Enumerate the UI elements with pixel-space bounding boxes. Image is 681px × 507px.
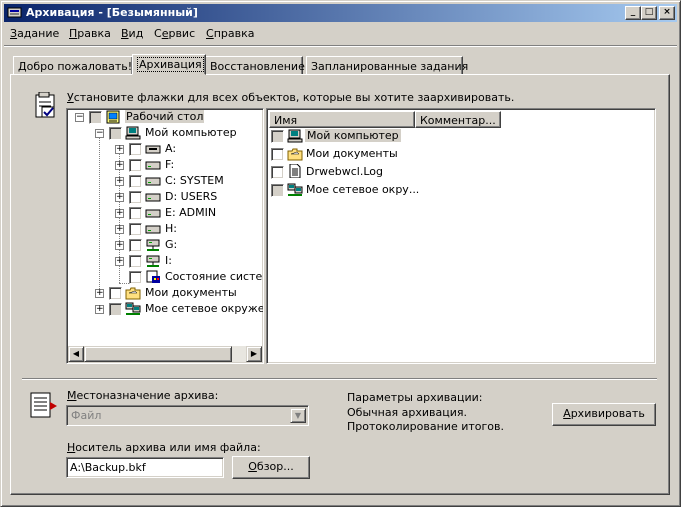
chevron-down-icon[interactable]: ▼ (290, 408, 306, 423)
drive-icon (145, 177, 161, 186)
menu-tools[interactable]: Сервис (154, 27, 195, 40)
list-checkbox[interactable] (271, 166, 284, 179)
drive-icon (145, 161, 161, 170)
documents-folder-icon (287, 148, 303, 161)
network-places-icon (287, 183, 303, 196)
title-bar[interactable]: Архивация - [Безымянный] _ □ × (4, 4, 677, 22)
tree-checkbox[interactable] (129, 255, 142, 268)
scroll-right-icon[interactable]: ▶ (246, 346, 262, 362)
column-header-name[interactable]: Имя (269, 111, 415, 128)
backup-app-icon (7, 7, 22, 18)
menu-edit[interactable]: Правка (69, 27, 111, 40)
destination-label: Местоназначение архива: (67, 389, 219, 402)
media-label: Носитель архива или имя файла: (67, 441, 261, 454)
tree-line (99, 133, 100, 291)
tree-checkbox[interactable] (109, 287, 122, 300)
documents-folder-icon (125, 287, 141, 300)
drive-icon (145, 193, 161, 202)
desktop-icon (106, 110, 120, 124)
tab-scheduled-jobs[interactable]: Запланированные задания (306, 56, 468, 75)
drive-icon (145, 225, 161, 234)
list-checkbox[interactable] (271, 184, 284, 197)
system-state-icon (146, 270, 160, 283)
tree-horizontal-scrollbar[interactable]: ◀ ▶ (68, 346, 262, 362)
text-file-icon (289, 164, 301, 178)
backup-destination-icon (30, 392, 57, 418)
browse-button[interactable]: Обзор... (232, 456, 310, 479)
list-checkbox[interactable] (271, 148, 284, 161)
network-places-icon (125, 302, 141, 315)
computer-icon (287, 129, 303, 143)
tree-checkbox[interactable] (109, 127, 122, 140)
column-header-comment[interactable]: Комментар... (415, 111, 501, 128)
tree-checkbox[interactable] (109, 303, 122, 316)
network-drive-icon (146, 239, 160, 251)
list-checkbox[interactable] (271, 130, 284, 143)
network-drive-icon (146, 255, 160, 267)
tree-line (119, 283, 129, 284)
tab-restore[interactable]: Восстановление (205, 56, 305, 75)
maximize-button[interactable]: □ (641, 6, 657, 20)
tree-checkbox[interactable] (89, 111, 102, 124)
tab-backup[interactable]: Архивация (132, 54, 206, 75)
tab-welcome[interactable]: Добро пожаловать! (13, 56, 133, 75)
tree-checkbox[interactable] (129, 207, 142, 220)
instruction-text: Установите флажки для всех объектов, кот… (67, 91, 515, 104)
menu-bar: Задание Правка Вид Сервис Справка (4, 25, 677, 43)
tree-checkbox[interactable] (129, 191, 142, 204)
backup-params-title: Параметры архивации: (347, 391, 483, 404)
checklist-icon (35, 92, 55, 118)
scroll-left-icon[interactable]: ◀ (68, 346, 84, 362)
tree-checkbox[interactable] (129, 143, 142, 156)
tree-checkbox[interactable] (129, 175, 142, 188)
scroll-thumb[interactable] (84, 346, 232, 362)
menu-help[interactable]: Справка (206, 27, 254, 40)
backup-params-logging: Протоколирование итогов. (347, 420, 504, 433)
tree-checkbox[interactable] (129, 223, 142, 236)
close-button[interactable]: × (659, 6, 675, 20)
computer-icon (125, 126, 141, 140)
destination-value: Файл (71, 409, 102, 422)
tree-checkbox[interactable] (129, 159, 142, 172)
window-title: Архивация - [Безымянный] (26, 6, 198, 19)
backup-window: Архивация - [Безымянный] _ □ × Задание П… (0, 0, 681, 507)
backup-params-type: Обычная архивация. (347, 406, 468, 419)
folder-tree[interactable]: − Рабочий стол − Мой компьютер + A: + F:… (66, 108, 264, 364)
start-backup-button[interactable]: Архивировать (552, 403, 656, 426)
menu-view[interactable]: Вид (121, 27, 143, 40)
section-separator (22, 378, 657, 380)
minimize-button[interactable]: _ (625, 6, 641, 20)
tree-checkbox[interactable] (129, 271, 142, 284)
tree-checkbox[interactable] (129, 239, 142, 252)
destination-combobox[interactable]: Файл ▼ (66, 405, 309, 426)
menu-task[interactable]: Задание (10, 27, 59, 40)
file-list[interactable]: Имя Комментар... Мой компьютер Мои докум… (266, 108, 656, 364)
drive-icon (145, 209, 161, 218)
menu-separator (4, 45, 677, 47)
backup-file-input[interactable] (66, 457, 224, 478)
floppy-drive-icon (145, 145, 161, 154)
